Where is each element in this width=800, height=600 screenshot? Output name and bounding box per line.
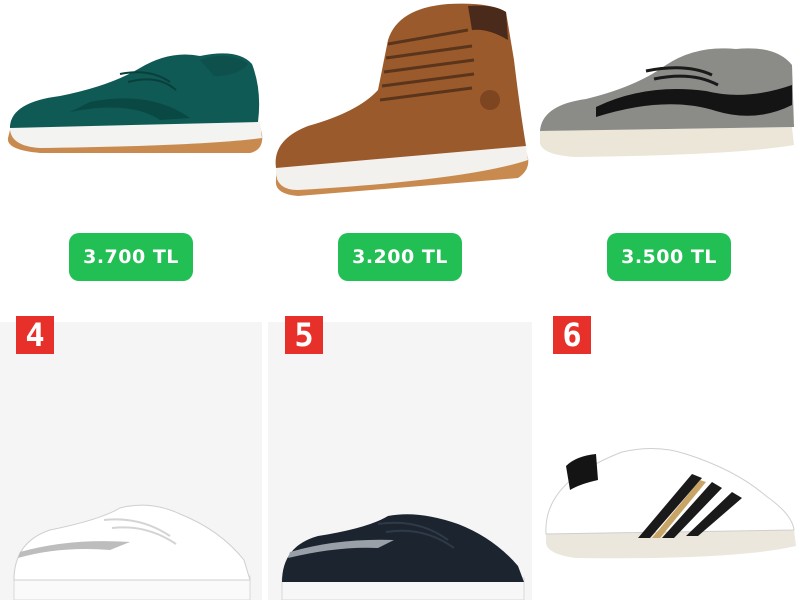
product-image-striped-sneaker[interactable] xyxy=(536,440,800,565)
product-image-white-sneaker[interactable] xyxy=(0,500,262,600)
number-badge-4: 4 xyxy=(16,316,54,354)
product-image-grey-sneaker[interactable] xyxy=(536,35,800,165)
boot-logo-icon xyxy=(480,90,500,110)
product-image-brown-boot[interactable] xyxy=(268,0,538,215)
price-badge-2[interactable]: 3.200 TL xyxy=(338,233,462,281)
number-badge-6: 6 xyxy=(553,316,591,354)
product-image-black-sneaker[interactable] xyxy=(268,510,532,600)
product-image-teal-sneaker[interactable] xyxy=(0,30,270,170)
price-badge-3[interactable]: 3.500 TL xyxy=(607,233,731,281)
price-badge-1[interactable]: 3.700 TL xyxy=(69,233,193,281)
number-badge-5: 5 xyxy=(285,316,323,354)
